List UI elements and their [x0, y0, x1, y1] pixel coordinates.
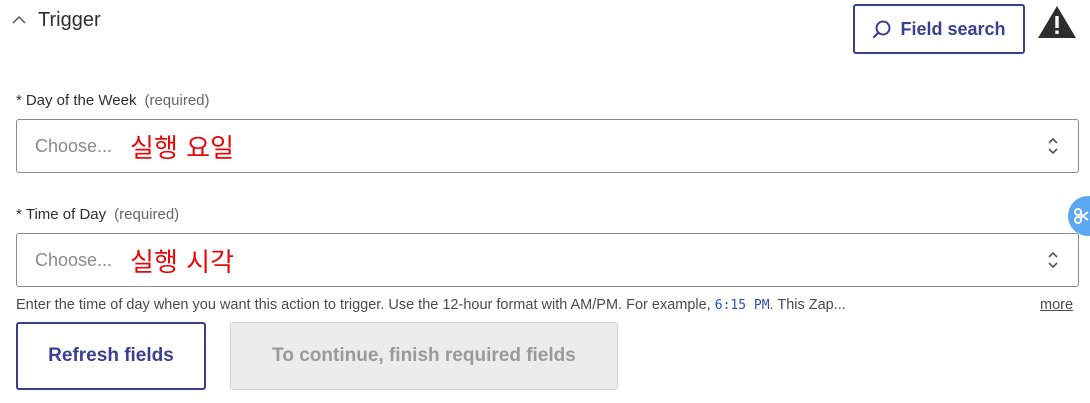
link-icon: [1074, 208, 1089, 224]
warning-icon[interactable]: [1037, 4, 1077, 40]
required-text: (required): [114, 206, 180, 223]
required-text: (required): [144, 92, 210, 109]
day-of-week-placeholder: Choose...: [35, 135, 113, 156]
time-of-day-annotation: 실행 시각: [130, 247, 234, 278]
time-of-day-label-text: Time of Day: [25, 206, 107, 223]
time-of-day-label: * Time of Day (required): [16, 206, 179, 223]
day-of-week-select[interactable]: Choose... 실행 요일: [16, 119, 1079, 173]
field-search-label: Field search: [900, 18, 1006, 39]
helper-text-before: Enter the time of day when you want this…: [16, 297, 715, 313]
chevron-up-icon: [12, 15, 26, 24]
continue-button-disabled: To continue, finish required fields: [230, 322, 618, 390]
time-of-day-helper-text: Enter the time of day when you want this…: [16, 297, 846, 313]
required-marker: *: [16, 206, 22, 223]
search-icon: [873, 20, 891, 39]
updown-icon: [1048, 137, 1058, 155]
day-of-week-annotation: 실행 요일: [130, 133, 234, 164]
required-marker: *: [16, 92, 22, 109]
refresh-fields-button[interactable]: Refresh fields: [16, 322, 206, 390]
day-of-week-label-text: Day of the Week: [25, 92, 137, 109]
section-title: Trigger: [38, 8, 101, 31]
time-of-day-select[interactable]: Choose... 실행 시각: [16, 233, 1079, 287]
updown-icon: [1048, 251, 1058, 269]
more-link[interactable]: more: [1040, 297, 1073, 313]
helper-text-after: . This Zap...: [769, 297, 846, 313]
field-search-button[interactable]: Field search: [853, 4, 1025, 54]
helper-example-code: 6:15 PM: [714, 298, 770, 313]
trigger-panel: Trigger Field search * Day of the Week (re…: [0, 0, 1090, 403]
side-panel-handle[interactable]: [1068, 196, 1090, 236]
day-of-week-label: * Day of the Week (required): [16, 92, 210, 109]
trigger-section-header[interactable]: Trigger: [10, 4, 101, 36]
time-of-day-placeholder: Choose...: [35, 249, 113, 270]
